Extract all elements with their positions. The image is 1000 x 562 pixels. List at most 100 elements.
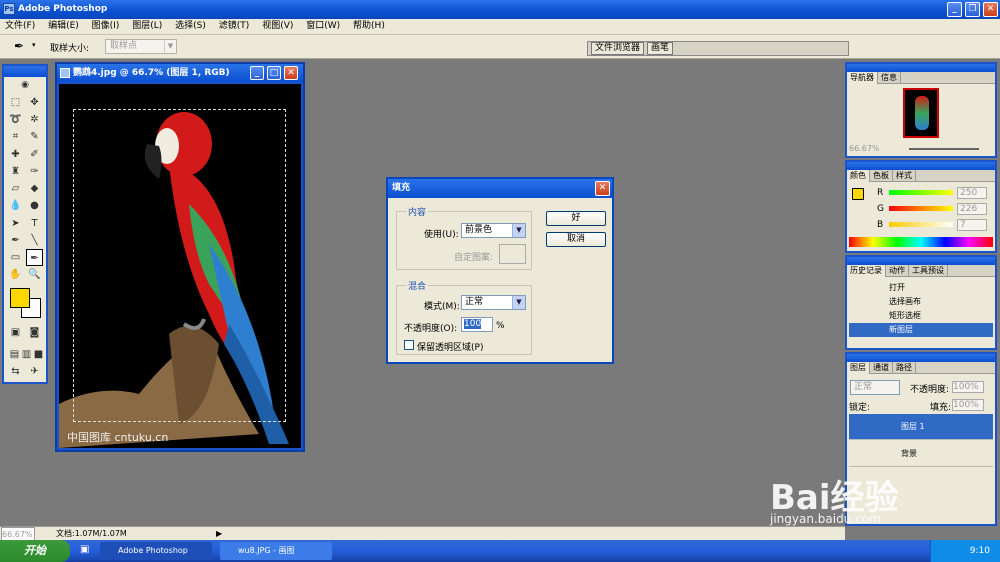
magic-wand-tool-icon[interactable]: ✲ (26, 111, 43, 128)
lasso-tool-icon[interactable]: ➰ (7, 111, 24, 128)
layer-opacity-value[interactable]: 100% (952, 381, 984, 393)
channel-g-label: G (877, 204, 884, 214)
channel-g-slider[interactable] (889, 206, 953, 211)
healing-brush-icon[interactable]: ✚ (7, 146, 24, 163)
channel-r-value[interactable]: 250 (957, 187, 987, 199)
navigator-thumbnail[interactable] (903, 88, 939, 138)
notes-tool-icon[interactable]: ▭ (7, 249, 24, 266)
path-select-icon[interactable]: ➤ (7, 215, 24, 232)
slice-tool-icon[interactable]: ✎ (26, 128, 43, 145)
brush-tool-icon[interactable]: ✐ (26, 146, 43, 163)
channel-r-slider[interactable] (889, 190, 953, 195)
marquee-tool-icon[interactable]: ⬚ (7, 94, 24, 111)
tab-history[interactable]: 历史记录 (847, 265, 886, 277)
tab-navigator[interactable]: 导航器 (847, 72, 878, 84)
show-desktop-icon[interactable]: ▣ (80, 544, 89, 555)
doc-maximize-button[interactable]: □ (267, 66, 281, 80)
hand-tool-icon[interactable]: ✋ (7, 266, 24, 283)
history-item[interactable]: 打开 (849, 281, 993, 295)
history-item[interactable]: 选择画布 (849, 295, 993, 309)
tab-info[interactable]: 信息 (878, 72, 901, 84)
clock[interactable]: 9:10 (970, 546, 990, 556)
preserve-transparency-checkbox[interactable] (404, 340, 414, 350)
menu-window[interactable]: 窗口(W) (301, 19, 345, 34)
eyedropper-tool-icon[interactable]: ✒ (26, 249, 43, 266)
image-canvas[interactable]: 中国图库 cntuku.cn (59, 84, 301, 448)
close-button[interactable]: ✕ (983, 2, 998, 17)
quick-mask-icon[interactable]: ◙ (26, 324, 43, 341)
lock-label: 锁定: (849, 403, 871, 413)
move-tool-icon[interactable]: ✥ (26, 94, 43, 111)
eyedropper-icon[interactable]: ✒ (14, 39, 24, 53)
status-menu-arrow-icon[interactable]: ▶ (216, 527, 222, 540)
chevron-down-icon[interactable]: ▾ (32, 41, 36, 49)
line-tool-icon[interactable]: ╲ (26, 232, 43, 249)
doc-close-button[interactable]: ✕ (284, 66, 298, 80)
adobe-online-icon[interactable]: ◉ (6, 78, 44, 92)
history-item[interactable]: 矩形选框 (849, 309, 993, 323)
restore-button[interactable]: ❐ (965, 2, 980, 17)
tab-tool-presets[interactable]: 工具预设 (909, 265, 948, 277)
tab-color[interactable]: 颜色 (847, 170, 870, 182)
tab-styles[interactable]: 样式 (893, 170, 916, 182)
sample-size-select[interactable]: 取样点 ▼ (105, 39, 177, 54)
paint-bucket-icon[interactable]: ◆ (26, 180, 43, 197)
preserve-transparency-label: 保留透明区域(P) (417, 343, 484, 353)
clone-stamp-icon[interactable]: ♜ (7, 163, 24, 180)
layer-row[interactable]: 背景 (849, 441, 993, 467)
standard-mode-icon[interactable]: ▣ (7, 324, 24, 341)
cancel-button[interactable]: 取消 (546, 232, 606, 247)
foreground-color-swatch[interactable] (10, 288, 30, 308)
tab-actions[interactable]: 动作 (886, 265, 909, 277)
imageready-icon[interactable]: ✈ (26, 363, 43, 380)
opacity-input[interactable]: 100 (461, 317, 493, 332)
use-select[interactable]: 前景色 ▼ (461, 223, 526, 238)
crop-tool-icon[interactable]: ⌗ (7, 128, 24, 145)
channel-g-value[interactable]: 226 (957, 203, 987, 215)
tab-brushes[interactable]: 画笔 (647, 42, 674, 55)
zoom-slider[interactable] (909, 148, 979, 150)
blur-tool-icon[interactable]: 💧 (7, 197, 24, 214)
minimize-button[interactable]: _ (947, 2, 962, 17)
mode-select[interactable]: 正常 ▼ (461, 295, 526, 310)
menu-filter[interactable]: 滤镜(T) (214, 19, 255, 34)
layer-row-active[interactable]: 图层 1 (849, 414, 993, 440)
tab-channels[interactable]: 通道 (870, 362, 893, 374)
taskbar: 开始 ▣ Adobe Photoshop wu8.JPG - 画图 9:10 (0, 540, 1000, 562)
color-ramp[interactable] (849, 237, 993, 247)
menu-help[interactable]: 帮助(H) (348, 19, 390, 34)
history-brush-icon[interactable]: ✑ (26, 163, 43, 180)
color-fg-swatch[interactable] (852, 188, 864, 200)
start-button[interactable]: 开始 (0, 540, 70, 562)
menu-edit[interactable]: 编辑(E) (43, 19, 84, 34)
ok-button[interactable]: 好 (546, 211, 606, 226)
screen-mode-full-icon[interactable]: ■ (30, 346, 47, 363)
tab-layers[interactable]: 图层 (847, 362, 870, 374)
navigator-zoom[interactable]: 66.67% (849, 144, 880, 153)
channel-b-value[interactable]: 7 (957, 219, 987, 231)
menu-file[interactable]: 文件(F) (0, 19, 40, 34)
task-paint[interactable]: wu8.JPG - 画图 (220, 542, 332, 560)
tab-file-browser[interactable]: 文件浏览器 (591, 42, 645, 55)
blend-mode-select[interactable]: 正常 (850, 380, 900, 395)
menu-select[interactable]: 选择(S) (170, 19, 211, 34)
pen-tool-icon[interactable]: ✒ (7, 232, 24, 249)
tab-swatches[interactable]: 色板 (870, 170, 893, 182)
jump-to-imageready-icon[interactable]: ⇆ (7, 363, 24, 380)
menu-view[interactable]: 视图(V) (257, 19, 298, 34)
doc-minimize-button[interactable]: _ (250, 66, 264, 80)
dialog-close-button[interactable]: ✕ (595, 181, 610, 196)
task-photoshop[interactable]: Adobe Photoshop (100, 542, 212, 560)
menu-image[interactable]: 图像(I) (87, 19, 125, 34)
menu-layer[interactable]: 图层(L) (127, 19, 167, 34)
layer-fill-value[interactable]: 100% (952, 399, 984, 411)
dodge-tool-icon[interactable]: ● (26, 197, 43, 214)
type-tool-icon[interactable]: T (26, 215, 43, 232)
eraser-tool-icon[interactable]: ▱ (7, 180, 24, 197)
tab-paths[interactable]: 路径 (893, 362, 916, 374)
history-item-active[interactable]: 新图层 (849, 323, 993, 337)
pattern-picker[interactable] (499, 244, 526, 264)
selection-marquee (73, 109, 286, 422)
zoom-tool-icon[interactable]: 🔍 (26, 266, 43, 283)
channel-b-slider[interactable] (889, 222, 953, 227)
